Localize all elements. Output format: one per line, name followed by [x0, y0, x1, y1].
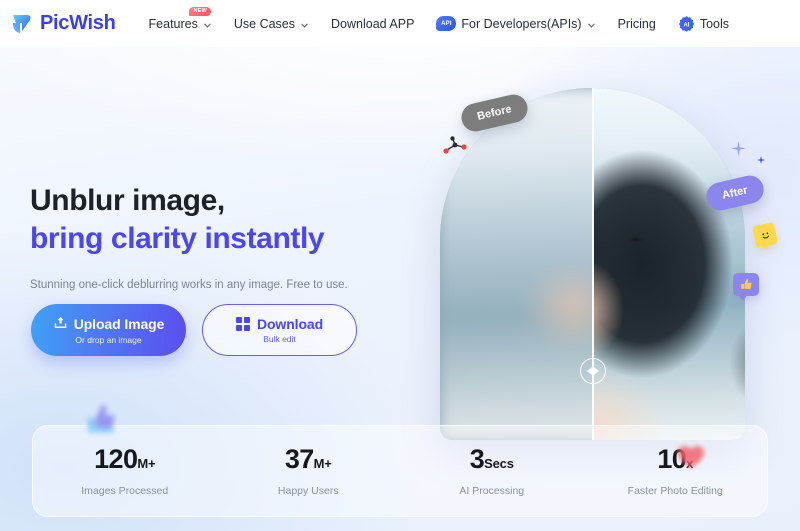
- nav-item-for-developers[interactable]: API For Developers(APIs): [425, 10, 606, 37]
- stat-label: Happy Users: [277, 484, 339, 497]
- brand-logo[interactable]: PicWish: [10, 11, 116, 37]
- windows-icon: [235, 317, 250, 331]
- ai-gear-icon: AI: [678, 15, 695, 32]
- download-button-label: Download: [256, 316, 324, 332]
- download-button-sublabel: Bulk edit: [263, 334, 296, 344]
- top-navigation-bar: PicWish Features NEW Use Cases Download …: [0, 0, 800, 47]
- nav-item-label: Features: [148, 16, 198, 31]
- nav-item-label: For Developers(APIs): [461, 16, 582, 31]
- stat-number: 37: [284, 443, 314, 474]
- nav-item-label: Pricing: [617, 16, 656, 31]
- stat-label: Images Processed: [81, 484, 169, 497]
- stat-number: 120: [94, 443, 138, 474]
- stat-unit: M+: [137, 455, 156, 471]
- picwish-bird-logo-icon: [10, 11, 36, 37]
- small-star-icon: [757, 156, 765, 166]
- page-title-line-2: bring clarity instantly: [30, 222, 325, 256]
- cta-button-row: Upload Image Or drop an image Download B…: [31, 304, 357, 356]
- svg-text:AI: AI: [683, 22, 689, 28]
- stat-value: 10x: [584, 443, 768, 474]
- upload-button-sublabel: Or drop an image: [75, 335, 142, 345]
- nav-item-use-cases[interactable]: Use Cases: [223, 11, 320, 37]
- stat-unit: M+: [313, 455, 332, 471]
- stat-value: 120M+: [33, 443, 217, 474]
- stat-item: 10x Faster Photo Editing: [584, 443, 768, 497]
- photo-before-half: [440, 88, 593, 440]
- download-button[interactable]: Download Bulk edit: [202, 304, 357, 356]
- stat-unit: x: [686, 455, 694, 471]
- download-button-main-row: Download: [235, 316, 324, 332]
- right-arrow-icon: [593, 367, 599, 375]
- stat-unit: Secs: [484, 455, 514, 471]
- nav-item-label: Use Cases: [233, 16, 296, 31]
- before-after-image-card[interactable]: [440, 88, 745, 440]
- stat-item: 37M+ Happy Users: [217, 443, 401, 497]
- nav-item-pricing[interactable]: Pricing: [607, 11, 667, 37]
- nav-item-label: Download APP: [331, 16, 415, 31]
- photo-after-half: [592, 88, 745, 440]
- brand-name: PicWish: [40, 12, 116, 34]
- comparison-slider-handle[interactable]: [579, 358, 606, 384]
- stat-item: 3Secs AI Processing: [400, 443, 584, 497]
- chevron-down-icon: [203, 19, 212, 28]
- api-icon: API: [436, 16, 457, 31]
- upload-icon: [53, 315, 68, 333]
- hero-subtitle: Stunning one-click deblurring works in a…: [30, 278, 348, 291]
- left-arrow-icon: [586, 367, 592, 375]
- nav-item-download-app[interactable]: Download APP: [320, 11, 425, 37]
- chevron-down-icon: [300, 19, 309, 28]
- nav-links: Features NEW Use Cases Download APP API …: [138, 6, 740, 38]
- upload-button-label: Upload Image: [73, 316, 165, 332]
- upload-image-button[interactable]: Upload Image Or drop an image: [31, 304, 186, 356]
- nav-item-features[interactable]: Features NEW: [138, 6, 223, 37]
- hero-text-block: Unblur image, bring clarity instantly St…: [30, 182, 430, 294]
- upload-button-main-row: Upload Image: [53, 315, 165, 333]
- stat-number: 3: [469, 443, 485, 474]
- smiley-bubble-icon: [751, 221, 779, 249]
- nav-item-tools[interactable]: AI Tools: [667, 9, 740, 38]
- comparison-divider-line: [591, 88, 594, 440]
- nav-item-label: Tools: [699, 16, 729, 31]
- stat-value: 37M+: [217, 443, 401, 474]
- new-badge: NEW: [189, 6, 211, 16]
- page-title-line-1: Unblur image,: [30, 184, 225, 217]
- stat-item: 120M+ Images Processed: [33, 443, 217, 497]
- stat-number: 10: [657, 443, 687, 474]
- stat-value: 3Secs: [400, 443, 584, 474]
- stat-label: AI Processing: [459, 484, 525, 497]
- stat-label: Faster Photo Editing: [627, 484, 723, 497]
- stats-bar: 120M+ Images Processed 37M+ Happy Users …: [32, 425, 768, 517]
- chevron-down-icon: [587, 19, 596, 28]
